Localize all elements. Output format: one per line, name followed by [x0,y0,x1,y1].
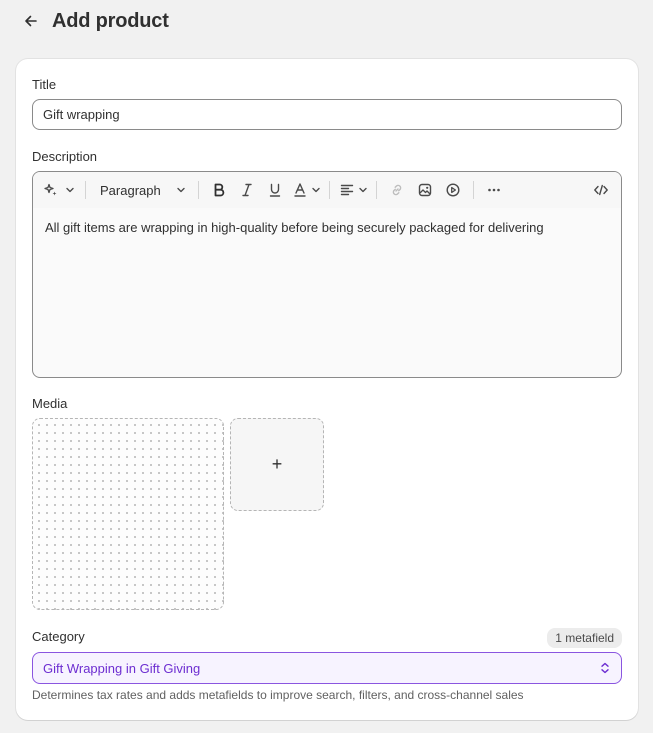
more-options-button[interactable] [480,177,508,203]
media-label: Media [32,396,68,411]
description-editor: Paragraph All gift items are wrapping in… [32,171,622,378]
italic-icon [242,183,252,197]
chevron-down-icon [358,187,367,193]
link-icon [392,184,402,196]
category-label: Category [32,629,85,644]
code-icon [594,184,608,196]
metafield-badge: 1 metafield [547,628,622,648]
text-color-icon [293,183,306,197]
bold-button[interactable] [205,177,233,203]
add-media-button[interactable]: + [230,418,324,511]
toolbar-divider [329,181,330,199]
editor-toolbar: Paragraph [33,172,621,208]
text-color-button[interactable] [289,177,323,203]
toolbar-divider [376,181,377,199]
back-button[interactable] [20,10,42,32]
image-icon [418,183,432,197]
toolbar-divider [198,181,199,199]
paragraph-label: Paragraph [100,182,161,198]
underline-button[interactable] [261,177,289,203]
arrow-left-icon [25,15,37,27]
code-view-button[interactable] [587,177,615,203]
toolbar-divider [473,181,474,199]
more-icon [488,188,500,192]
category-help-text: Determines tax rates and adds metafields… [32,688,524,702]
italic-button[interactable] [233,177,261,203]
video-icon [446,183,460,197]
chevron-down-icon [66,187,74,193]
underline-icon [269,183,281,197]
description-content[interactable]: All gift items are wrapping in high-qual… [33,208,621,377]
chevron-down-icon [311,187,320,193]
chevron-down-icon [177,187,185,193]
page-header: Add product [20,8,169,34]
toolbar-divider [85,181,86,199]
page-title: Add product [52,9,169,32]
link-button[interactable] [383,177,411,203]
media-dropzone[interactable] [32,418,224,610]
description-label: Description [32,149,98,164]
bold-icon [214,183,225,197]
select-chevron-icon [601,662,609,674]
title-input[interactable] [32,99,622,130]
insert-video-button[interactable] [439,177,467,203]
category-select[interactable]: Gift Wrapping in Gift Giving [32,652,622,684]
ai-generate-button[interactable] [39,177,79,203]
align-button[interactable] [336,177,370,203]
align-icon [340,184,353,196]
category-value: Gift Wrapping in Gift Giving [43,660,201,676]
title-label: Title [32,77,57,92]
sparkle-icon [44,183,57,196]
insert-image-button[interactable] [411,177,439,203]
paragraph-style-select[interactable]: Paragraph [92,177,192,203]
plus-icon: + [271,454,283,474]
product-form-card: Title Description Paragraph [16,59,638,720]
